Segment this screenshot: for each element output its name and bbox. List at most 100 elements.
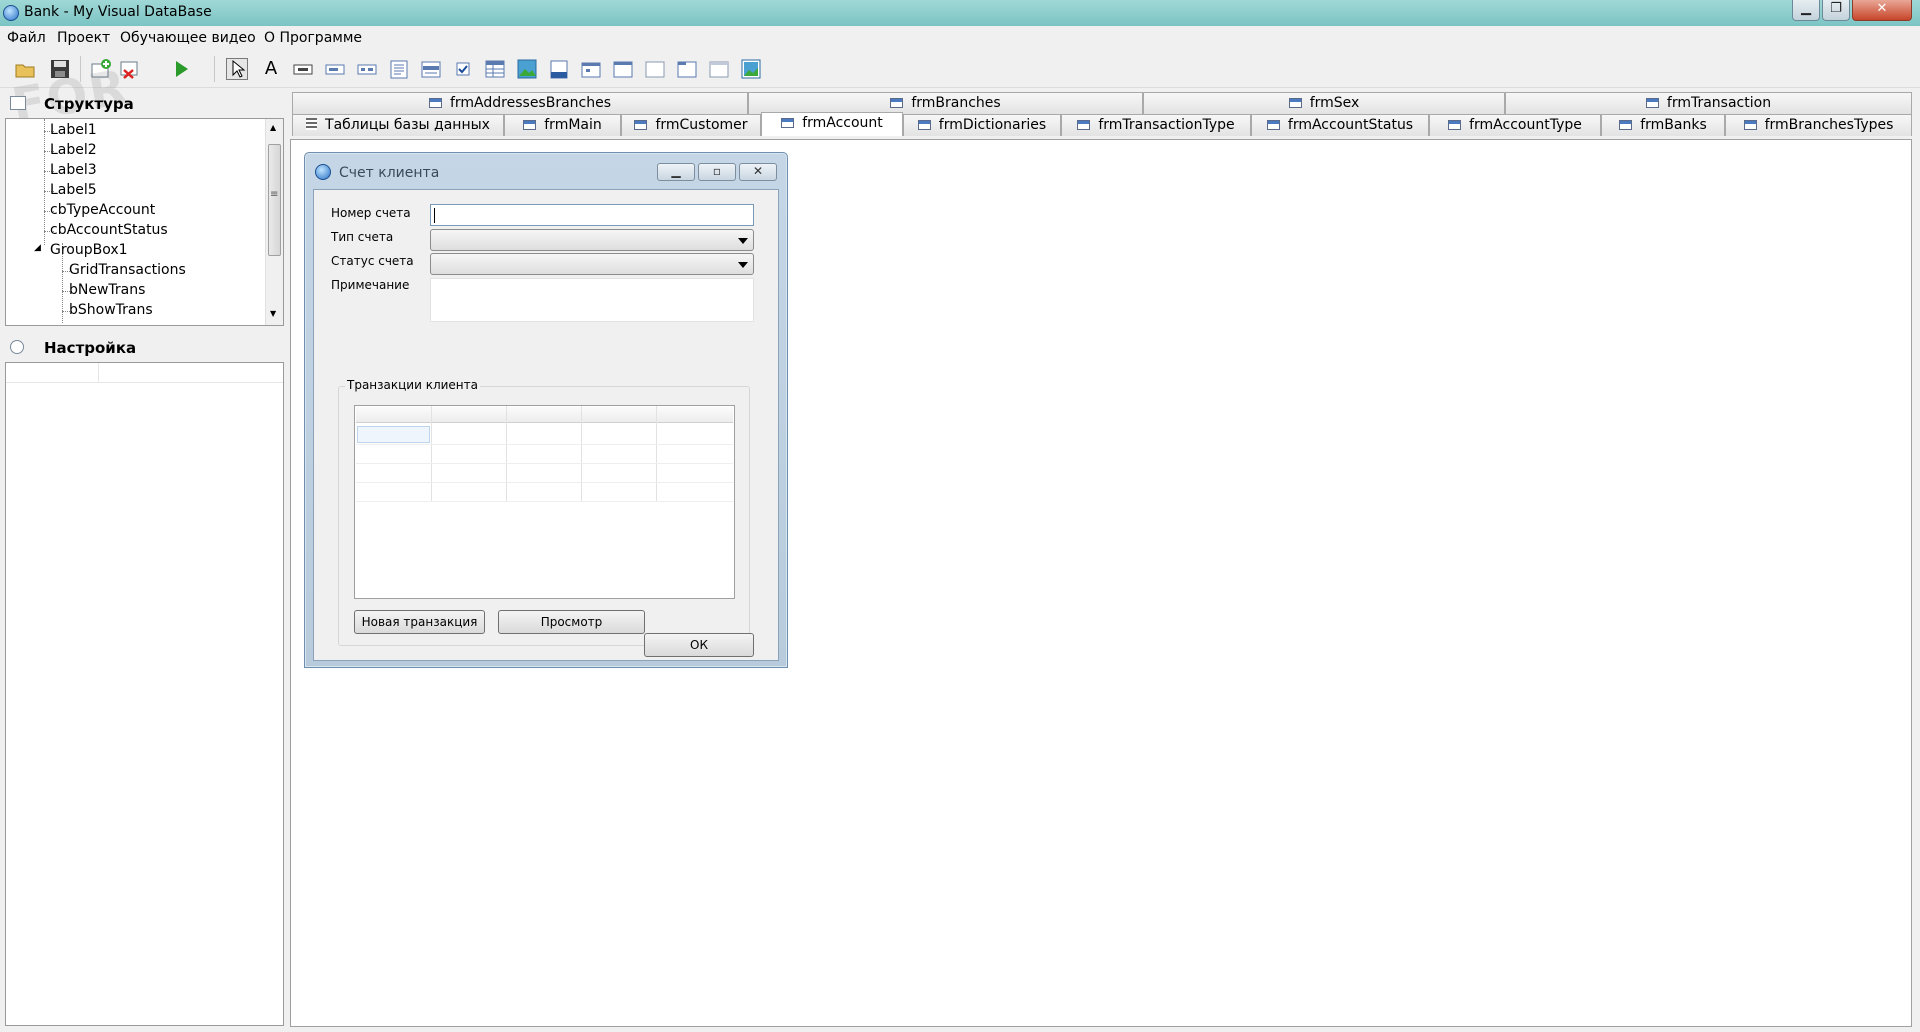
tree-item-gridtransactions[interactable]: GridTransactions — [69, 262, 186, 278]
tab-frmcustomer[interactable]: frmCustomer — [621, 114, 761, 136]
toolbar: A — [0, 50, 1920, 88]
form-icon — [634, 120, 648, 130]
tab-frmtransaction[interactable]: frmTransaction — [1505, 92, 1912, 114]
account-number-input[interactable] — [430, 204, 754, 226]
note-memo[interactable] — [430, 278, 754, 322]
settings-icon — [10, 340, 24, 354]
form-icon — [1645, 98, 1659, 108]
form-body: Номер счета Тип счета Статус счета Приме… — [313, 189, 779, 661]
edit-tool-icon[interactable] — [324, 58, 346, 80]
form-icon — [1266, 120, 1280, 130]
date-tool-icon[interactable] — [548, 58, 570, 80]
tree-expander-icon[interactable]: ◢ — [34, 243, 41, 253]
transactions-groupbox: Транзакции клиента Новая транзакция Прос… — [338, 378, 750, 646]
combobox-tool-icon[interactable] — [420, 58, 442, 80]
form-icon — [1448, 120, 1462, 130]
tab-frmaccount[interactable]: frmAccount — [761, 112, 903, 136]
account-status-label: Статус счета — [331, 254, 414, 268]
tree-item-groupbox1[interactable]: GroupBox1 — [50, 242, 128, 258]
chevron-down-icon — [738, 262, 748, 268]
new-transaction-button[interactable]: Новая транзакция — [354, 610, 485, 634]
tab-frmmain[interactable]: frmMain — [504, 114, 621, 136]
tab-database-tables[interactable]: Таблицы базы данных — [292, 114, 504, 136]
component-tree[interactable]: Label1 Label2 Label3 Label5 cbTypeAccoun… — [5, 118, 284, 326]
tree-item-bshowtrans[interactable]: bShowTrans — [69, 302, 153, 318]
account-type-label: Тип счета — [331, 230, 394, 244]
structure-icon — [10, 96, 26, 110]
form-tabs: frmAddressesBranches frmBranches frmSex … — [292, 92, 1912, 140]
form-close-button[interactable]: ✕ — [739, 163, 777, 181]
account-form-window[interactable]: Счет клиента ▁ ▫ ✕ Номер счета Тип счета… — [304, 152, 788, 668]
app-icon — [3, 5, 19, 21]
close-button[interactable]: ✕ — [1852, 0, 1912, 21]
menu-file[interactable]: Файл — [7, 30, 46, 46]
tabsheet-tool-icon[interactable] — [676, 58, 698, 80]
tab-frmaccounttype[interactable]: frmAccountType — [1429, 114, 1601, 136]
minimize-icon: ▁ — [1801, 1, 1811, 16]
time-tool-icon[interactable] — [580, 58, 602, 80]
grid-selected-cell[interactable] — [357, 426, 430, 443]
maximize-button[interactable]: ❐ — [1822, 0, 1850, 21]
form-maximize-button[interactable]: ▫ — [698, 163, 736, 181]
checkbox-tool-icon[interactable] — [452, 58, 474, 80]
title-bar: Bank - My Visual DataBase ▁ ❐ ✕ — [0, 0, 1920, 26]
tab-frmaddressesbranches[interactable]: frmAddressesBranches — [292, 92, 748, 114]
tree-item-bnewtrans[interactable]: bNewTrans — [69, 282, 145, 298]
minimize-button[interactable]: ▁ — [1792, 0, 1820, 21]
tree-item-label3[interactable]: Label3 — [50, 162, 97, 178]
memo-tool-icon[interactable] — [388, 58, 410, 80]
window-title: Bank - My Visual DataBase — [24, 4, 212, 20]
button-tool-icon[interactable] — [292, 58, 314, 80]
scroll-grip-icon: ≡ — [270, 189, 279, 200]
tab-frmsex[interactable]: frmSex — [1143, 92, 1505, 114]
tree-item-cbaccountstatus[interactable]: cbAccountStatus — [50, 222, 168, 238]
form-icon — [523, 120, 537, 130]
maximize-icon: ▫ — [712, 164, 722, 178]
tab-frmbranches[interactable]: frmBranches — [748, 92, 1143, 114]
account-number-label: Номер счета — [331, 206, 411, 220]
groupbox-tool-icon[interactable] — [644, 58, 666, 80]
counter-tool-icon[interactable] — [356, 58, 378, 80]
account-type-combobox[interactable] — [430, 229, 754, 251]
picture-tool-icon[interactable] — [740, 58, 762, 80]
ok-button[interactable]: ОК — [644, 633, 754, 657]
scroll-thumb[interactable]: ≡ — [268, 144, 281, 256]
tree-item-cbtypeaccount[interactable]: cbTypeAccount — [50, 202, 155, 218]
tab-frmbanks[interactable]: frmBanks — [1601, 114, 1725, 136]
left-panel: Структура компонентов Label1 Label2 Labe… — [0, 90, 286, 1032]
property-grid[interactable] — [5, 362, 284, 1026]
bevel-tool-icon[interactable] — [708, 58, 730, 80]
minimize-icon: ▁ — [671, 164, 681, 178]
form-icon — [1743, 120, 1757, 130]
scroll-up-icon[interactable]: ▲ — [270, 123, 276, 132]
table-grid-tool-icon[interactable] — [484, 58, 506, 80]
form-icon — [917, 120, 931, 130]
tab-frmdictionaries[interactable]: frmDictionaries — [903, 114, 1061, 136]
scroll-down-icon[interactable]: ▼ — [270, 309, 276, 318]
menu-about[interactable]: О Программе — [264, 30, 362, 46]
account-status-combobox[interactable] — [430, 253, 754, 275]
tree-item-label2[interactable]: Label2 — [50, 142, 97, 158]
image-tool-icon[interactable] — [516, 58, 538, 80]
tree-item-label5[interactable]: Label5 — [50, 182, 97, 198]
menu-bar: Файл Проект Обучающее видео О Программе — [0, 26, 1920, 50]
form-title: Счет клиента — [339, 165, 440, 181]
note-label: Примечание — [331, 278, 410, 292]
form-icon — [1288, 98, 1302, 108]
tree-scrollbar[interactable]: ▲ ≡ ▼ — [265, 119, 283, 325]
view-button[interactable]: Просмотр — [498, 610, 645, 634]
restore-icon: ❐ — [1830, 1, 1842, 16]
tab-frmaccountstatus[interactable]: frmAccountStatus — [1251, 114, 1429, 136]
close-icon: ✕ — [752, 164, 764, 178]
panel-tool-icon[interactable] — [612, 58, 634, 80]
tree-item-label1[interactable]: Label1 — [50, 122, 97, 138]
form-icon — [890, 98, 904, 108]
tab-frmbranchestypes[interactable]: frmBranchesTypes — [1725, 114, 1912, 136]
form-minimize-button[interactable]: ▁ — [657, 163, 695, 181]
close-icon: ✕ — [1876, 1, 1888, 16]
transactions-grid[interactable] — [354, 405, 735, 599]
form-icon — [781, 118, 795, 128]
tab-frmtransactiontype[interactable]: frmTransactionType — [1061, 114, 1251, 136]
form-icon — [1619, 120, 1633, 130]
menu-project[interactable]: Проект — [57, 30, 110, 46]
